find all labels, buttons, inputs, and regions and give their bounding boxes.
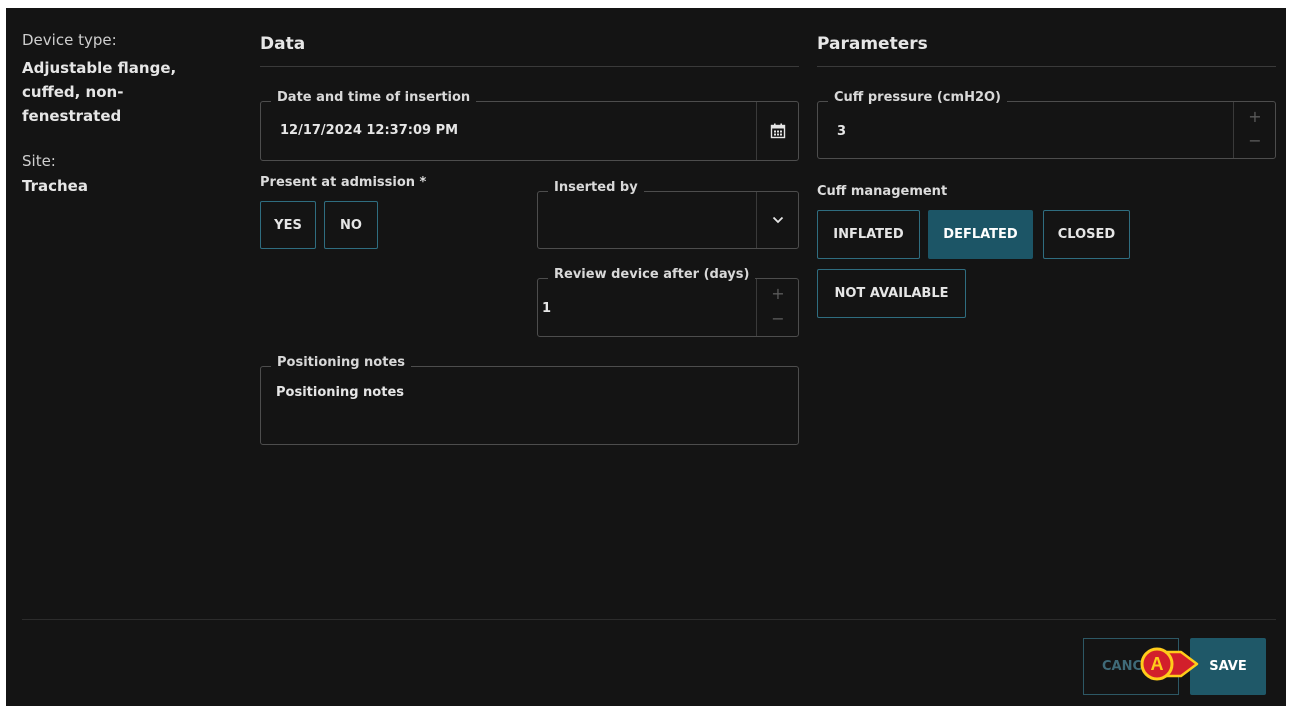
positioning-notes-field[interactable]: Positioning notes Positioning notes xyxy=(260,355,799,445)
cuff-management-label: Cuff management xyxy=(817,184,948,199)
review-after-stepper[interactable]: Review device after (days) 1 + − xyxy=(537,267,799,337)
data-section-divider xyxy=(260,66,799,67)
device-type-value-line-3: fenestrated xyxy=(22,107,122,125)
cuff-closed-button[interactable]: CLOSED xyxy=(1043,210,1130,259)
site-value: Trachea xyxy=(22,177,88,195)
insertion-datetime-field[interactable]: Date and time of insertion 12/17/2024 12… xyxy=(260,90,799,161)
insertion-datetime-value[interactable]: 12/17/2024 12:37:09 PM xyxy=(280,123,458,138)
device-type-label: Device type: xyxy=(22,31,117,49)
inserted-by-dropdown-button[interactable] xyxy=(756,192,798,248)
device-type-value-line-2: cuffed, non- xyxy=(22,83,124,101)
parameters-section-title: Parameters xyxy=(817,34,928,54)
present-yes-button[interactable]: YES xyxy=(260,201,316,249)
cuff-pressure-spinner: + − xyxy=(1233,102,1275,158)
positioning-notes-value[interactable]: Positioning notes xyxy=(276,385,404,400)
cuff-inflated-button[interactable]: INFLATED xyxy=(817,210,920,259)
callout-letter: A xyxy=(1150,654,1164,674)
insertion-datetime-legend: Date and time of insertion xyxy=(271,90,477,105)
review-after-spinner: + − xyxy=(756,279,798,336)
present-no-button[interactable]: NO xyxy=(324,201,378,249)
footer-divider xyxy=(22,619,1276,620)
review-after-decrement[interactable]: − xyxy=(757,309,799,328)
device-dialog: Device type: Adjustable flange, cuffed, … xyxy=(6,8,1286,706)
positioning-notes-legend: Positioning notes xyxy=(271,355,412,370)
chevron-down-icon xyxy=(772,216,783,224)
review-after-value[interactable]: 1 xyxy=(542,301,551,316)
present-at-admission-label: Present at admission * xyxy=(260,175,427,190)
cuff-pressure-value[interactable]: 3 xyxy=(837,124,846,139)
data-section-title: Data xyxy=(260,34,306,54)
cuff-pressure-increment[interactable]: + xyxy=(1234,107,1276,126)
review-after-increment[interactable]: + xyxy=(757,284,799,303)
inserted-by-legend: Inserted by xyxy=(548,180,644,195)
cuff-deflated-button[interactable]: DEFLATED xyxy=(928,210,1033,259)
site-label: Site: xyxy=(22,152,56,170)
parameters-section-divider xyxy=(817,66,1276,67)
cuff-pressure-decrement[interactable]: − xyxy=(1234,131,1276,150)
cuff-not-available-button[interactable]: NOT AVAILABLE xyxy=(817,269,966,318)
review-after-legend: Review device after (days) xyxy=(548,267,756,282)
calendar-button[interactable] xyxy=(756,102,798,160)
cuff-pressure-legend: Cuff pressure (cmH2O) xyxy=(828,90,1007,105)
save-button[interactable]: SAVE xyxy=(1190,638,1266,695)
callout-marker: A xyxy=(1139,646,1201,682)
calendar-icon xyxy=(770,123,785,139)
inserted-by-select[interactable]: Inserted by xyxy=(537,180,799,249)
cuff-pressure-stepper[interactable]: Cuff pressure (cmH2O) 3 + − xyxy=(817,90,1276,159)
device-type-value-line-1: Adjustable flange, xyxy=(22,59,177,77)
